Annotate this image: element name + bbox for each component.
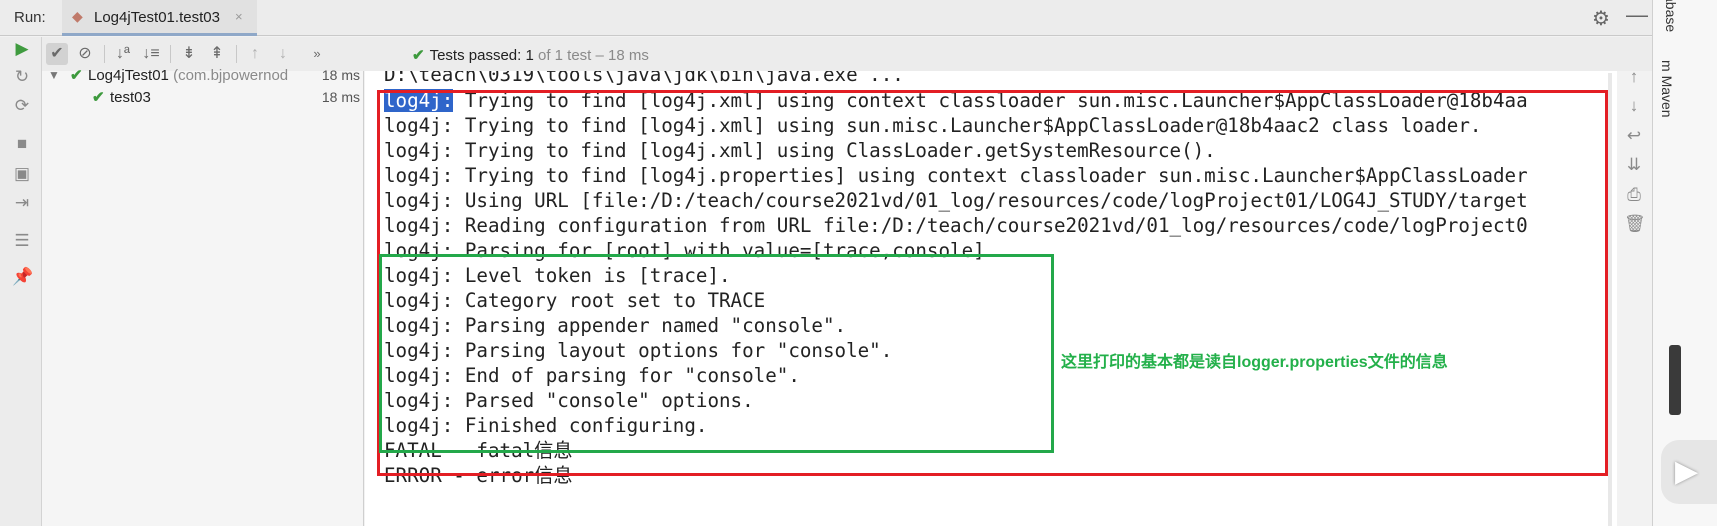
previous-failed-icon[interactable]: ↑ [244,43,266,65]
maven-label: Maven [1659,75,1675,118]
test-config-icon: ◆ [72,8,83,24]
tab-label: Log4jTest01.test03 [94,9,220,26]
minimize-icon[interactable]: — [1626,2,1648,28]
pin-icon[interactable]: 📌 [12,267,33,287]
layout-icon[interactable]: ☰ [12,231,32,251]
sort-by-duration-icon[interactable]: ↓≡ [140,43,162,65]
sort-alphabetically-icon[interactable]: ↓ª [112,43,134,65]
console-output[interactable]: D:\teach\0319\tools\java\jdk\bin\java.ex… [365,71,1617,526]
export-icon[interactable]: ⇥ [12,193,32,213]
collapse-all-icon[interactable]: ⇞ [206,43,228,65]
chevron-down-icon[interactable]: ▼ [48,68,60,82]
gear-icon[interactable]: ⚙ [1592,6,1610,31]
run-icon[interactable]: ▶ [12,39,32,59]
passed-check-icon: ✔ [92,89,105,106]
maven-icon: m [1659,60,1675,72]
tests-passed-count: 1 [525,47,534,64]
tab-log4jtest01-test03[interactable]: ◆ Log4jTest01.test03 × [62,0,257,36]
toolbar-divider [170,45,171,63]
scroll-down-icon[interactable]: ↓ [1624,95,1644,117]
right-side-strip: abase m Maven ▶ [1652,0,1717,526]
show-passed-icon[interactable]: ✔ [46,43,68,65]
test-duration: 18 ms [321,67,360,83]
soft-wrap-icon[interactable]: ↩ [1624,125,1644,147]
scroll-up-icon[interactable]: ↑ [1624,66,1644,88]
tests-status: ✔ Tests passed: 1 of 1 test – 18 ms [412,46,649,64]
play-icon[interactable]: ▶ [1661,440,1717,504]
console-scrollbar[interactable] [1608,73,1612,526]
console-toolbar: ↑ ↓ ↩ ⇊ ⎙ 🗑 [1617,67,1652,526]
print-icon[interactable]: ⎙ [1624,184,1644,206]
show-ignored-icon[interactable]: ⊘ [74,43,96,65]
next-failed-icon[interactable]: ↓ [272,43,294,65]
database-tool-tab[interactable]: abase [1663,0,1679,32]
toolbar-divider [236,45,237,63]
more-actions-icon[interactable]: » [306,43,328,65]
run-tool-window-header: Run: ◆ Log4jTest01.test03 × ⚙ — [0,0,1652,36]
tree-row-class[interactable]: ▼ ✔ Log4jTest01 (com.bjpowernod 18 ms [42,65,364,87]
expand-all-icon[interactable]: ⇟ [178,43,200,65]
tests-passed-summary: of 1 test – 18 ms [537,47,649,64]
stop-icon[interactable]: ■ [12,134,32,154]
maven-tool-tab[interactable]: m Maven [1659,60,1675,118]
scroll-to-end-icon[interactable]: ⇊ [1624,154,1644,176]
run-label: Run: [14,9,46,26]
video-progress-bar[interactable] [1669,345,1681,415]
test-class-package: (com.bjpowernod [173,67,289,84]
toggle-auto-test-icon[interactable]: ⟳ [12,96,32,116]
green-highlight-box [379,254,1054,453]
annotation-note: 这里打印的基本都是读自logger.properties文件的信息 [1061,354,1448,371]
test-duration: 18 ms [321,89,360,105]
passed-check-icon: ✔ [412,47,425,64]
snapshot-icon[interactable]: ▣ [12,164,32,184]
test-results-tree: ▼ ✔ Log4jTest01 (com.bjpowernod 18 ms ✔ … [42,67,364,526]
tests-passed-label: Tests passed: [429,47,522,64]
test-class-name: Log4jTest01 [88,67,169,84]
console-line-command: D:\teach\0319\tools\java\jdk\bin\java.ex… [384,71,904,86]
tree-row-method[interactable]: ✔ test03 18 ms [42,87,364,109]
close-icon[interactable]: × [235,9,243,24]
passed-check-icon: ✔ [70,67,83,84]
rerun-failed-icon[interactable]: ↻ [12,67,32,87]
left-toolbar: ▶ ↻ ⟳ ■ ▣ ⇥ ☰ 📌 [0,37,42,526]
test-method-name: test03 [110,89,151,106]
toolbar-divider [104,45,105,63]
clear-all-icon[interactable]: 🗑 [1624,213,1646,235]
